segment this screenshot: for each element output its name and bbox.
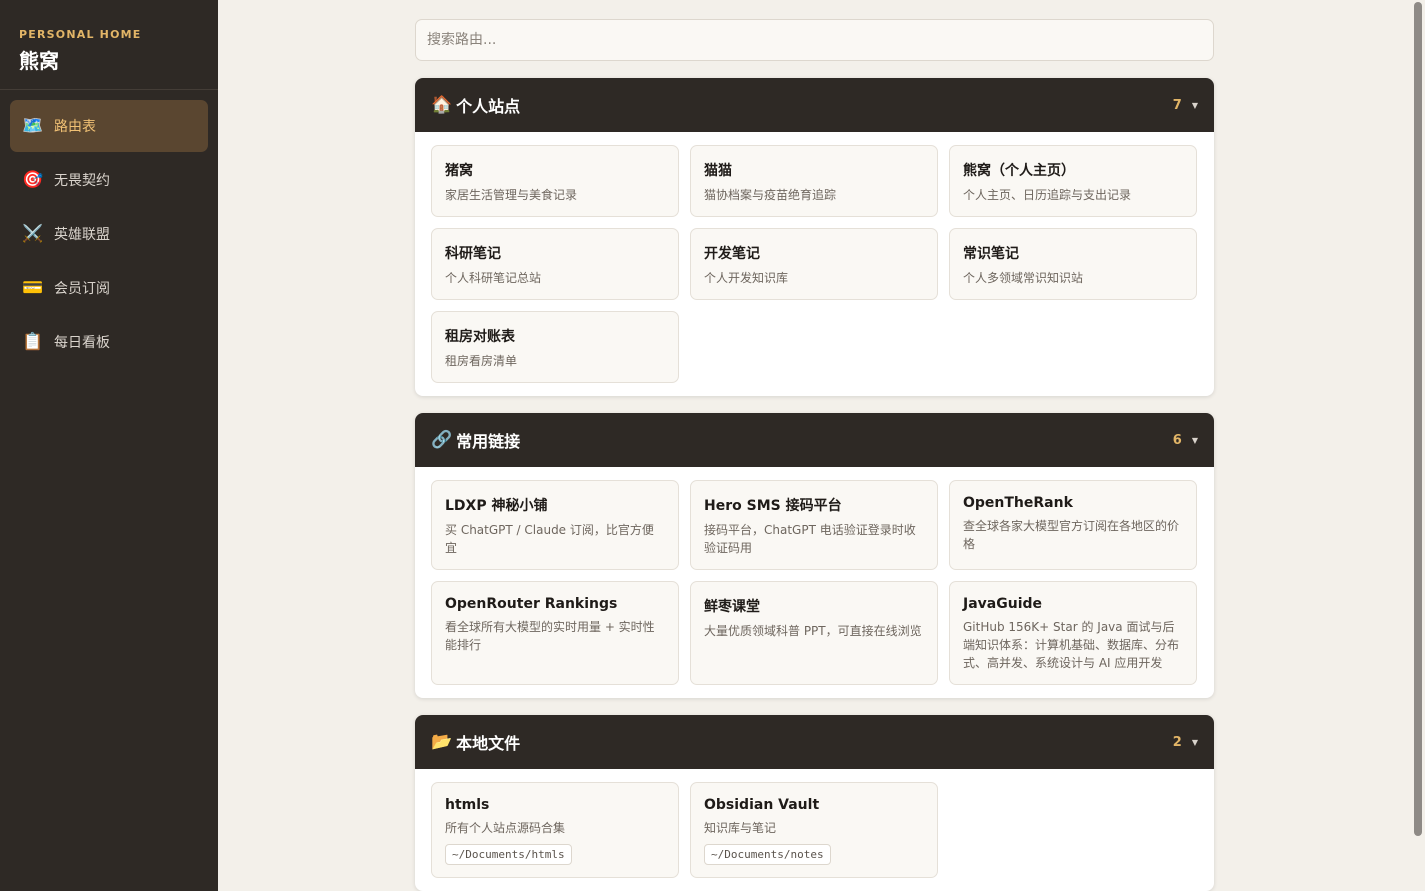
caret-down-icon[interactable]: ▼ xyxy=(1192,436,1198,445)
sidebar-item-lol[interactable]: ⚔️ 英雄联盟 xyxy=(10,208,208,260)
route-card[interactable]: 猫猫 猫协档案与疫苗绝育追踪 xyxy=(690,145,938,217)
search-input[interactable] xyxy=(415,19,1214,61)
map-icon: 🗺️ xyxy=(22,116,44,136)
card-description: 接码平台，ChatGPT 电话验证登录时收验证码用 xyxy=(704,523,916,555)
section-local-files: 📂 本地文件 2 ▼ htmls 所有个人站点源码合集 ~/Documents/… xyxy=(415,715,1214,891)
card-description: 猫协档案与疫苗绝育追踪 xyxy=(704,188,837,202)
sidebar-item-label: 英雄联盟 xyxy=(54,227,110,243)
scrollbar-thumb[interactable] xyxy=(1414,2,1422,836)
card-grid: 猪窝 家居生活管理与美食记录 猫猫 猫协档案与疫苗绝育追踪 熊窝（个人主页） 个… xyxy=(415,132,1214,396)
section-header[interactable]: 🏠 个人站点 7 ▼ xyxy=(415,78,1214,132)
target-icon: 🎯 xyxy=(22,170,44,190)
section-count: 7 xyxy=(1172,97,1182,113)
sidebar: PERSONAL HOME 熊窝 🗺️ 路由表 🎯 无畏契约 ⚔️ 英雄联盟 💳… xyxy=(0,0,218,891)
section-title: 本地文件 xyxy=(456,734,521,753)
card-title: 科研笔记 xyxy=(445,246,501,262)
sidebar-item-label: 会员订阅 xyxy=(54,281,110,297)
sidebar-nav: 🗺️ 路由表 🎯 无畏契约 ⚔️ 英雄联盟 💳 会员订阅 📋 每日看板 xyxy=(0,90,218,368)
card-description: 租房看房清单 xyxy=(445,354,518,368)
card-title: OpenTheRank xyxy=(963,495,1073,511)
route-card[interactable]: 常识笔记 个人多领域常识知识站 xyxy=(949,228,1197,300)
brand-title: 熊窝 xyxy=(19,49,59,73)
card-description: 个人科研笔记总站 xyxy=(445,271,542,285)
card-description: 个人多领域常识知识站 xyxy=(963,271,1084,285)
content: 🏠 个人站点 7 ▼ 猪窝 家居生活管理与美食记录 猫猫 猫协档案与疫苗绝育追踪… xyxy=(415,19,1214,891)
card-description: GitHub 156K+ Star 的 Java 面试与后端知识体系：计算机基础… xyxy=(963,620,1180,670)
section-personal-sites: 🏠 个人站点 7 ▼ 猪窝 家居生活管理与美食记录 猫猫 猫协档案与疫苗绝育追踪… xyxy=(415,78,1214,396)
card-title: 租房对账表 xyxy=(445,329,515,345)
card-title: JavaGuide xyxy=(963,596,1043,612)
route-card[interactable]: 猪窝 家居生活管理与美食记录 xyxy=(431,145,679,217)
card-description: 查全球各家大模型官方订阅在各地区的价格 xyxy=(963,519,1180,551)
card-description: 家居生活管理与美食记录 xyxy=(445,188,578,202)
credit-card-icon: 💳 xyxy=(22,278,44,298)
card-description: 知识库与笔记 xyxy=(704,821,777,835)
sidebar-item-daily-board[interactable]: 📋 每日看板 xyxy=(10,316,208,368)
route-card[interactable]: 熊窝（个人主页） 个人主页、日历追踪与支出记录 xyxy=(949,145,1197,217)
house-icon: 🏠 xyxy=(431,95,453,115)
link-icon: 🔗 xyxy=(431,430,453,450)
main-area: 🏠 个人站点 7 ▼ 猪窝 家居生活管理与美食记录 猫猫 猫协档案与疫苗绝育追踪… xyxy=(218,0,1425,891)
section-header[interactable]: 📂 本地文件 2 ▼ xyxy=(415,715,1214,769)
card-description: 大量优质领域科普 PPT，可直接在线浏览 xyxy=(704,624,922,638)
card-title: 鲜枣课堂 xyxy=(704,599,760,615)
card-title: Obsidian Vault xyxy=(704,797,820,813)
clipboard-icon: 📋 xyxy=(22,332,44,352)
section-header[interactable]: 🔗 常用链接 6 ▼ xyxy=(415,413,1214,467)
section-count: 6 xyxy=(1172,432,1182,448)
route-card[interactable]: 开发笔记 个人开发知识库 xyxy=(690,228,938,300)
link-card[interactable]: JavaGuide GitHub 156K+ Star 的 Java 面试与后端… xyxy=(949,581,1197,685)
link-card[interactable]: 鲜枣课堂 大量优质领域科普 PPT，可直接在线浏览 xyxy=(690,581,938,685)
section-title: 常用链接 xyxy=(456,432,521,451)
sidebar-item-label: 无畏契约 xyxy=(54,173,110,189)
card-grid: htmls 所有个人站点源码合集 ~/Documents/htmls Obsid… xyxy=(415,769,1214,891)
card-title: 猪窝 xyxy=(445,163,473,179)
card-title: htmls xyxy=(445,797,490,813)
card-title: OpenRouter Rankings xyxy=(445,596,618,612)
card-title: 猫猫 xyxy=(704,163,732,179)
card-description: 个人主页、日历追踪与支出记录 xyxy=(963,188,1132,202)
card-grid: LDXP 神秘小铺 买 ChatGPT / Claude 订阅，比官方便宜 He… xyxy=(415,467,1214,698)
sidebar-item-routes[interactable]: 🗺️ 路由表 xyxy=(10,100,208,152)
link-card[interactable]: OpenTheRank 查全球各家大模型官方订阅在各地区的价格 xyxy=(949,480,1197,570)
sidebar-item-subscriptions[interactable]: 💳 会员订阅 xyxy=(10,262,208,314)
route-card[interactable]: 科研笔记 个人科研笔记总站 xyxy=(431,228,679,300)
brand: PERSONAL HOME 熊窝 xyxy=(0,0,218,90)
file-card[interactable]: Obsidian Vault 知识库与笔记 ~/Documents/notes xyxy=(690,782,938,878)
card-description: 看全球所有大模型的实时用量 + 实时性能排行 xyxy=(445,620,655,652)
folder-icon: 📂 xyxy=(431,732,453,752)
route-card[interactable]: 租房对账表 租房看房清单 xyxy=(431,311,679,383)
card-description: 所有个人站点源码合集 xyxy=(445,821,566,835)
section-count: 2 xyxy=(1172,734,1182,750)
file-path: ~/Documents/notes xyxy=(704,844,831,865)
section-common-links: 🔗 常用链接 6 ▼ LDXP 神秘小铺 买 ChatGPT / Claude … xyxy=(415,413,1214,698)
sidebar-item-label: 每日看板 xyxy=(54,335,110,351)
crossed-swords-icon: ⚔️ xyxy=(22,224,44,244)
card-title: 常识笔记 xyxy=(963,246,1019,262)
card-title: LDXP 神秘小铺 xyxy=(445,498,548,514)
file-path: ~/Documents/htmls xyxy=(445,844,572,865)
card-title: Hero SMS 接码平台 xyxy=(704,498,842,514)
sidebar-item-label: 路由表 xyxy=(54,119,96,135)
card-description: 个人开发知识库 xyxy=(704,271,789,285)
brand-subtitle: PERSONAL HOME xyxy=(19,28,142,41)
link-card[interactable]: OpenRouter Rankings 看全球所有大模型的实时用量 + 实时性能… xyxy=(431,581,679,685)
card-title: 开发笔记 xyxy=(704,246,760,262)
caret-down-icon[interactable]: ▼ xyxy=(1192,738,1198,747)
scrollbar[interactable] xyxy=(1411,0,1425,891)
link-card[interactable]: LDXP 神秘小铺 买 ChatGPT / Claude 订阅，比官方便宜 xyxy=(431,480,679,570)
sidebar-item-valorant[interactable]: 🎯 无畏契约 xyxy=(10,154,208,206)
section-title: 个人站点 xyxy=(456,97,521,116)
link-card[interactable]: Hero SMS 接码平台 接码平台，ChatGPT 电话验证登录时收验证码用 xyxy=(690,480,938,570)
card-description: 买 ChatGPT / Claude 订阅，比官方便宜 xyxy=(445,523,654,555)
file-card[interactable]: htmls 所有个人站点源码合集 ~/Documents/htmls xyxy=(431,782,679,878)
caret-down-icon[interactable]: ▼ xyxy=(1192,101,1198,110)
card-title: 熊窝（个人主页） xyxy=(963,163,1075,179)
